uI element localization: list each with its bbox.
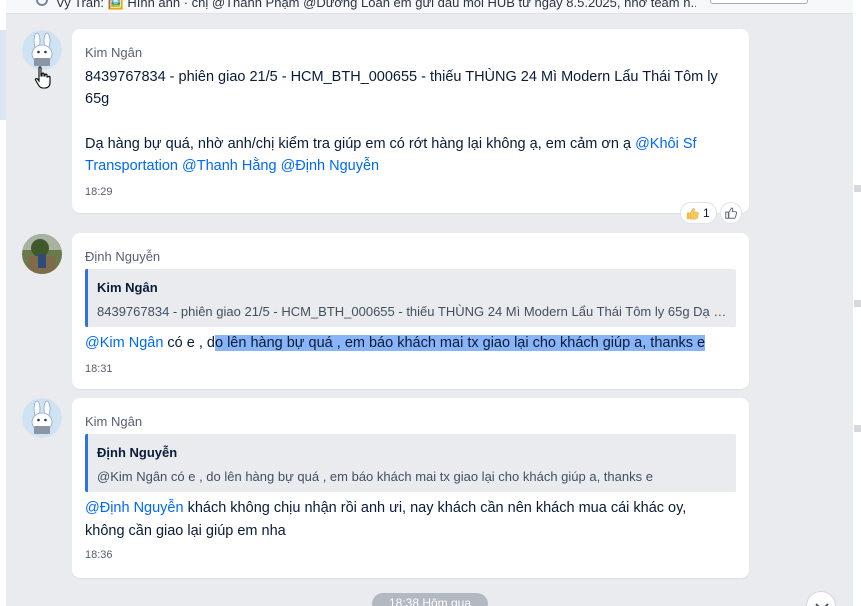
quote-sender: Kim Ngân xyxy=(97,280,158,295)
right-panel-edge xyxy=(853,0,861,606)
message-text-line: @Định Nguyễn khách không chịu nhận rồi a… xyxy=(85,497,686,519)
message-text: Dạ hàng bự quá, nhờ anh/chị kiểm tra giú… xyxy=(85,136,636,152)
scroll-to-bottom-button[interactable] xyxy=(806,591,836,606)
mention-link[interactable]: @Kim Ngân xyxy=(85,335,163,351)
pin-icon xyxy=(36,0,48,6)
message-bubble[interactable]: Kim Ngân 8439767834 - phiên giao 21/5 - … xyxy=(72,29,749,213)
avatar-kim-ngan[interactable] xyxy=(22,30,62,70)
hand-cursor-icon xyxy=(34,66,51,89)
message-bubble[interactable]: Định Nguyễn Kim Ngân 8439767834 - phiên … xyxy=(72,233,749,389)
pinned-message-bar[interactable]: Vy Trần: 🖼️ Hình ảnh · chị @Thanh Phạm @… xyxy=(6,0,853,14)
mention-link[interactable]: @Định Nguyễn xyxy=(85,500,184,516)
mention-link[interactable]: Transportation xyxy=(85,158,178,174)
quoted-message[interactable]: Kim Ngân 8439767834 - phiên giao 21/5 - … xyxy=(85,269,736,327)
mention-link[interactable]: @Thanh Hằng xyxy=(182,158,277,174)
thumbs-up-icon xyxy=(686,207,699,219)
add-reaction-icon xyxy=(724,207,737,219)
edge-tick xyxy=(854,425,861,432)
quote-text: 8439767834 - phiên giao 21/5 - HCM_BTH_0… xyxy=(97,304,729,319)
mention-link[interactable]: @Định Nguyễn xyxy=(281,158,380,174)
selected-conversation-indicator xyxy=(0,30,6,120)
edge-tick xyxy=(854,300,861,307)
message-text-line: 8439767834 - phiên giao 21/5 - HCM_BTH_0… xyxy=(85,69,718,85)
landscape-avatar-icon xyxy=(22,234,62,274)
reaction-pill[interactable]: 1 xyxy=(680,202,717,224)
add-reaction-button[interactable] xyxy=(719,202,742,224)
quoted-message[interactable]: Định Nguyễn @Kim Ngân có e , do lên hàng… xyxy=(85,434,736,492)
message-text-line: Dạ hàng bự quá, nhờ anh/chị kiểm tra giú… xyxy=(85,133,697,155)
avatar-kim-ngan[interactable] xyxy=(22,398,62,438)
message-text-line: @Kim Ngân có e , do lên hàng bự quá , em… xyxy=(85,332,706,354)
pinned-message-text: Vy Trần: 🖼️ Hình ảnh · chị @Thanh Phạm @… xyxy=(56,0,696,10)
pinned-action-button[interactable] xyxy=(710,0,808,4)
reaction-count: 1 xyxy=(703,206,710,220)
chevron-down-icon xyxy=(815,603,829,606)
message-text-line: Transportation @Thanh Hằng @Định Nguyễn xyxy=(85,155,379,177)
bunny-avatar-icon xyxy=(22,30,62,70)
conversation-list-edge xyxy=(0,0,6,606)
message-text: khách không chịu nhận rồi anh ưi, nay kh… xyxy=(183,500,687,516)
quote-text: @Kim Ngân có e , do lên hàng bự quá , em… xyxy=(97,469,653,484)
selected-text: o lên hàng bự quá , em báo khách mai tx … xyxy=(214,335,706,351)
message-time: 18:29 xyxy=(85,186,113,198)
date-separator: 18:38 Hôm qua xyxy=(372,593,488,606)
message-bubble[interactable]: Kim Ngân Định Nguyễn @Kim Ngân có e , do… xyxy=(72,398,749,578)
edge-tick xyxy=(854,185,861,192)
message-time: 18:36 xyxy=(85,549,113,561)
quote-sender: Định Nguyễn xyxy=(97,445,178,460)
message-text-line: không cần giao lại giúp em nha xyxy=(85,523,286,539)
message-reactions: 1 xyxy=(680,201,742,225)
avatar-dinh-nguyen[interactable] xyxy=(22,234,62,274)
message-text-line: 65g xyxy=(85,91,110,107)
message-sender: Kim Ngân xyxy=(85,45,143,60)
message-time: 18:31 xyxy=(85,363,113,375)
message-sender: Kim Ngân xyxy=(85,414,143,429)
bunny-avatar-icon xyxy=(22,398,62,438)
mention-link[interactable]: @Khôi Sf xyxy=(635,136,696,152)
message-text: có e , d xyxy=(163,335,215,351)
message-sender: Định Nguyễn xyxy=(85,249,161,264)
